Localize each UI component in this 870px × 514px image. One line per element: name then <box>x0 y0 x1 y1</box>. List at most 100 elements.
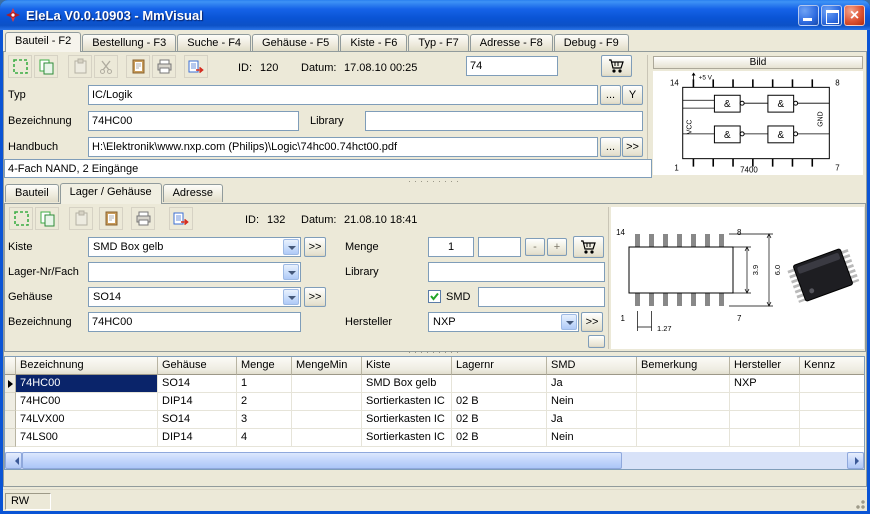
table-cell[interactable] <box>637 393 730 411</box>
print-button-2[interactable] <box>131 207 155 230</box>
gehaeuse-open-button[interactable]: >> <box>304 287 326 307</box>
column-header[interactable]: Bezeichnung <box>16 357 158 375</box>
tab-typ[interactable]: Typ - F7 <box>408 34 468 51</box>
maximize-button[interactable] <box>821 5 842 26</box>
table-cell[interactable]: Ja <box>547 411 637 429</box>
bezeichnung-field-2[interactable] <box>88 312 301 332</box>
parts-grid[interactable]: BezeichnungGehäuseMengeMengeMinKisteLage… <box>4 356 865 470</box>
subtab-bauteil[interactable]: Bauteil <box>5 184 59 202</box>
table-cell[interactable]: 2 <box>237 393 292 411</box>
table-cell[interactable]: 74LVX00 <box>16 411 158 429</box>
table-cell[interactable]: Sortierkasten IC <box>362 429 452 447</box>
column-header[interactable]: MengeMin <box>292 357 362 375</box>
tab-gehaeuse[interactable]: Gehäuse - F5 <box>252 34 339 51</box>
table-cell[interactable]: DIP14 <box>158 429 237 447</box>
library-field-2[interactable] <box>428 262 605 282</box>
lagernr-combo[interactable] <box>88 262 301 282</box>
table-row[interactable]: 74LVX00SO143Sortierkasten IC02 BJa <box>5 411 864 429</box>
handbuch-open-button[interactable]: >> <box>622 137 643 157</box>
close-button[interactable] <box>844 5 865 26</box>
menge-plus-button[interactable]: + <box>547 238 567 256</box>
table-cell[interactable] <box>292 393 362 411</box>
table-cell[interactable]: Nein <box>547 393 637 411</box>
table-cell[interactable]: 02 B <box>452 429 547 447</box>
search-input[interactable] <box>466 56 558 76</box>
table-cell[interactable]: Ja <box>547 375 637 393</box>
table-cell[interactable]: 3 <box>237 411 292 429</box>
report-button-2[interactable] <box>99 207 123 230</box>
table-cell[interactable]: Nein <box>547 429 637 447</box>
table-cell[interactable]: 74HC00 <box>16 393 158 411</box>
copy-record-button-2[interactable] <box>35 207 59 230</box>
subtab-adresse[interactable]: Adresse <box>163 184 223 202</box>
table-row[interactable]: 74HC00DIP142 Sortierkasten IC02 BNein <box>5 393 864 411</box>
column-header[interactable]: Menge <box>237 357 292 375</box>
column-header[interactable]: SMD <box>547 357 637 375</box>
column-header[interactable]: Gehäuse <box>158 357 237 375</box>
copy-record-button[interactable] <box>34 55 58 78</box>
typ-field[interactable] <box>88 85 598 105</box>
hersteller-dropdown-icon[interactable] <box>561 314 577 330</box>
tab-suche[interactable]: Suche - F4 <box>177 34 251 51</box>
table-cell[interactable] <box>637 411 730 429</box>
cart-button-2[interactable] <box>573 236 604 258</box>
table-cell[interactable] <box>730 411 800 429</box>
report-button[interactable] <box>126 55 150 78</box>
kiste-dropdown-icon[interactable] <box>283 239 299 255</box>
splitter-handle[interactable] <box>380 177 490 185</box>
gehaeuse-combo[interactable]: SO14 <box>88 287 301 307</box>
tab-bauteil[interactable]: Bauteil - F2 <box>5 32 81 52</box>
table-cell[interactable] <box>292 429 362 447</box>
table-cell[interactable] <box>637 429 730 447</box>
export-button-2[interactable] <box>169 207 193 230</box>
table-cell[interactable]: 02 B <box>452 411 547 429</box>
menge-field[interactable] <box>428 237 474 257</box>
table-cell[interactable]: SMD Box gelb <box>362 375 452 393</box>
menge-minus-button[interactable]: - <box>525 238 545 256</box>
table-cell[interactable]: 74HC00 <box>16 375 158 393</box>
column-header[interactable]: Kennz <box>800 357 865 375</box>
handbuch-field[interactable] <box>88 137 598 157</box>
bild-header[interactable]: Bild <box>653 56 863 69</box>
column-header[interactable]: Hersteller <box>730 357 800 375</box>
bezeichnung-field[interactable] <box>88 111 299 131</box>
menge-delta-field[interactable] <box>478 237 521 257</box>
print-button[interactable] <box>152 55 176 78</box>
column-header[interactable]: Lagernr <box>452 357 547 375</box>
table-cell[interactable] <box>800 393 865 411</box>
splitter-handle-2[interactable] <box>380 348 490 356</box>
column-header[interactable]: Bemerkung <box>637 357 730 375</box>
tab-kiste[interactable]: Kiste - F6 <box>340 34 407 51</box>
table-cell[interactable] <box>800 375 865 393</box>
smd-checkbox[interactable] <box>428 290 441 303</box>
table-cell[interactable]: DIP14 <box>158 393 237 411</box>
scroll-thumb[interactable] <box>22 452 622 469</box>
horizontal-scrollbar[interactable] <box>5 452 864 469</box>
table-cell[interactable] <box>800 411 865 429</box>
tab-adresse[interactable]: Adresse - F8 <box>470 34 553 51</box>
typ-y-button[interactable]: Y <box>622 85 643 105</box>
table-cell[interactable]: Sortierkasten IC <box>362 393 452 411</box>
tab-debug[interactable]: Debug - F9 <box>554 34 629 51</box>
scroll-left-button[interactable] <box>5 452 22 469</box>
hersteller-open-button[interactable]: >> <box>581 312 603 332</box>
cut-button[interactable] <box>94 55 118 78</box>
detail-grip-button[interactable] <box>588 335 605 348</box>
beschreibung-field[interactable] <box>4 159 652 178</box>
minimize-button[interactable] <box>798 5 819 26</box>
table-cell[interactable]: 02 B <box>452 393 547 411</box>
scroll-right-button[interactable] <box>847 452 864 469</box>
title-bar[interactable]: EleLa V0.0.10903 - MmVisual <box>0 0 870 30</box>
typ-browse-button[interactable]: ... <box>600 85 621 105</box>
table-cell[interactable]: NXP <box>730 375 800 393</box>
kiste-combo[interactable]: SMD Box gelb <box>88 237 301 257</box>
library-field[interactable] <box>365 111 643 131</box>
lagernr-dropdown-icon[interactable] <box>283 264 299 280</box>
table-cell[interactable] <box>292 375 362 393</box>
resize-grip[interactable] <box>852 496 865 509</box>
table-cell[interactable]: SO14 <box>158 411 237 429</box>
table-cell[interactable] <box>292 411 362 429</box>
table-row[interactable]: 74HC00SO141SMD Box gelbJaNXP <box>5 375 864 393</box>
paste-button[interactable] <box>68 55 92 78</box>
tab-bestellung[interactable]: Bestellung - F3 <box>82 34 176 51</box>
